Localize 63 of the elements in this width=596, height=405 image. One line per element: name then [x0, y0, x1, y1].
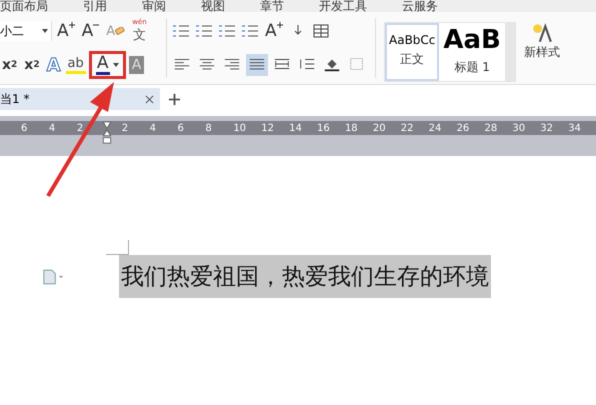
bullet-list-icon[interactable]: [171, 23, 191, 39]
menu-tab[interactable]: 云服务: [402, 0, 438, 12]
ruler-number: 10: [233, 122, 248, 134]
ruler-number: 4: [150, 122, 157, 134]
ruler-number: 30: [512, 122, 526, 134]
paragraph-text: 我们热爱祖国，热爱我们生存的环境: [119, 255, 491, 298]
increase-indent-icon[interactable]: [240, 23, 260, 39]
spacing-icon: [298, 56, 316, 72]
decrease-indent-icon[interactable]: [217, 23, 237, 39]
highlight-button[interactable]: ab: [66, 56, 86, 74]
ruler-number: 2: [122, 122, 130, 134]
minus-icon: [93, 22, 100, 28]
grow-font-button[interactable]: A: [55, 19, 77, 43]
gallery-scrollbar[interactable]: [504, 23, 515, 81]
ruler-number: 34: [568, 122, 582, 134]
menu-tab[interactable]: 页面布局: [0, 0, 48, 12]
ruler-number: 32: [540, 122, 554, 134]
shrink-font-button[interactable]: A: [80, 19, 102, 43]
justify-icon: [248, 56, 266, 72]
ruler-number: 6: [178, 122, 185, 134]
table-icon[interactable]: [310, 23, 331, 39]
ruler-number: 28: [484, 122, 498, 134]
ruler-number: 6: [21, 122, 28, 134]
ruler-number: 14: [289, 122, 303, 134]
new-style-button[interactable]: 新样式: [520, 12, 564, 84]
menu-tab[interactable]: 开发工具: [319, 0, 367, 12]
eraser-icon: [115, 27, 126, 35]
new-tab-icon[interactable]: [168, 92, 181, 106]
menu-tab[interactable]: 审阅: [142, 0, 166, 12]
right-icon: [223, 56, 241, 72]
ruler-number: 2: [76, 122, 84, 134]
ruler-number: 16: [317, 122, 331, 134]
document-tab[interactable]: 当1 *: [0, 88, 160, 110]
ruler-number: 8: [205, 122, 213, 134]
menu-tab[interactable]: 章节: [260, 0, 284, 12]
indent-marker-icon[interactable]: [102, 121, 112, 145]
sparkle-icon: [530, 22, 553, 44]
ruler-number: 24: [428, 122, 442, 134]
text-effect-button[interactable]: A: [44, 53, 63, 77]
font-color-button[interactable]: A: [88, 51, 126, 79]
plus-icon: [276, 22, 283, 28]
script-button[interactable]: x$^{2}$: [0, 53, 20, 77]
ruler-number: 12: [261, 122, 275, 134]
font-size-button[interactable]: A: [263, 19, 285, 43]
plus-icon: [68, 22, 75, 28]
numbered-list-icon[interactable]: [194, 23, 214, 39]
justify-button[interactable]: [246, 54, 268, 76]
menu-tab[interactable]: 视图: [201, 0, 225, 12]
ruler-number: 26: [456, 122, 470, 134]
ruler-number: 22: [400, 122, 414, 134]
close-icon[interactable]: [145, 94, 154, 104]
font-size-field[interactable]: 小二: [0, 21, 52, 41]
style-option[interactable]: AaBbCc 正文: [385, 23, 440, 81]
ruler-number: 18: [344, 122, 359, 134]
distribute-icon: [273, 56, 291, 72]
ruler-number: 20: [372, 122, 387, 134]
left-icon: [173, 56, 191, 72]
caret-icon[interactable]: [42, 29, 48, 33]
center-icon: [198, 56, 216, 72]
caret-icon[interactable]: [112, 63, 119, 67]
menu-tab[interactable]: 引用: [83, 0, 107, 12]
borders-icon: [348, 56, 366, 72]
ruler-number: 4: [48, 122, 56, 134]
